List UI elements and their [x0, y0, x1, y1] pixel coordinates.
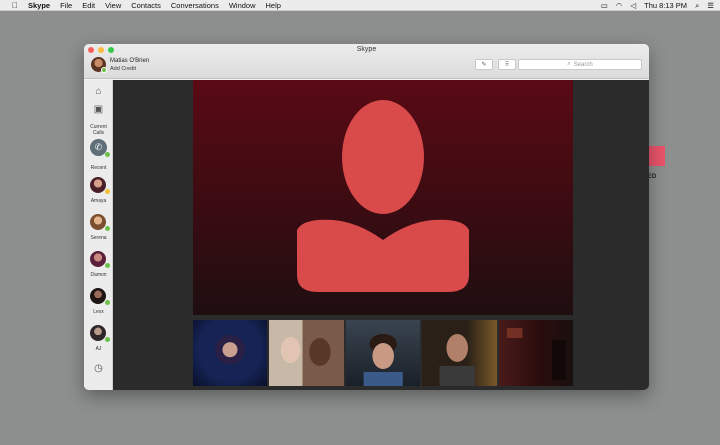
wifi-icon[interactable]: ◠ [616, 1, 623, 10]
add-credit-link[interactable]: Add Credit [110, 66, 136, 72]
search-field[interactable]: ⌕ Search [518, 59, 642, 70]
contact-status-lexx [105, 300, 110, 305]
contact-name-damon[interactable]: Damon [84, 272, 113, 278]
title-bar[interactable]: Skype Matias O'Brien Add Credit ✎ ⠿ ⌕ Se… [84, 44, 649, 79]
contact-avatar-amaya[interactable] [90, 177, 106, 193]
participant-3-face [363, 334, 403, 386]
contact-name-serena[interactable]: Serena [84, 235, 113, 241]
contact-status-damon [105, 263, 110, 268]
dial-pad-button[interactable]: ⠿ [498, 59, 516, 70]
main-video-feed[interactable] [193, 80, 573, 315]
contact-name-aj[interactable]: AJ [84, 346, 113, 352]
contact-avatar-serena[interactable] [90, 214, 106, 230]
participant-5-room [506, 328, 566, 380]
current-calls-label[interactable]: Current Calls [84, 124, 113, 136]
menu-contacts[interactable]: Contacts [131, 1, 161, 10]
compose-icon: ✎ [481, 62, 487, 68]
contact-status-amaya [105, 189, 110, 194]
menu-window[interactable]: Window [229, 1, 256, 10]
contact-status-serena [105, 226, 110, 231]
participant-video-5[interactable] [498, 320, 574, 386]
sidebar: ⌂ ▣ Current Calls ✆ Recent Amaya Serena … [84, 80, 113, 390]
participant-thumbnails [193, 320, 574, 386]
participant-video-1[interactable] [193, 320, 268, 386]
menu-extras: ▭ ◠ ◁ Thu 8:13 PM ⌕ ☰ [601, 0, 714, 11]
phone-icon: ✆ [94, 142, 103, 152]
participant-4-face [439, 334, 476, 386]
participant-video-4[interactable] [422, 320, 497, 386]
history-clock-icon[interactable]: ◷ [84, 363, 113, 374]
new-conversation-button[interactable]: ✎ [475, 59, 493, 70]
contact-avatar-lexx[interactable] [90, 288, 106, 304]
contact-avatar-damon[interactable] [90, 251, 106, 267]
menu-help[interactable]: Help [266, 1, 281, 10]
call-status-dot [105, 152, 110, 157]
participant-video-3[interactable] [345, 320, 421, 386]
spotlight-search-icon[interactable]: ⌕ [695, 1, 699, 11]
notification-center-icon[interactable]: ☰ [707, 1, 714, 10]
volume-icon[interactable]: ◁ [630, 1, 636, 10]
menu-file[interactable]: File [60, 1, 72, 10]
menu-view[interactable]: View [105, 1, 121, 10]
menu-conversations[interactable]: Conversations [171, 1, 219, 10]
participant-2-faces [281, 337, 332, 366]
menu-bar:  Skype File Edit View Contacts Conversa… [0, 0, 720, 11]
contact-avatar-aj[interactable] [90, 325, 106, 341]
default-avatar-placeholder-icon [297, 100, 469, 292]
participant-video-2[interactable] [269, 320, 344, 386]
contacts-book-icon[interactable]: ▣ [84, 104, 113, 115]
call-area [113, 80, 649, 390]
menu-app-skype[interactable]: Skype [28, 1, 50, 10]
contact-name-lexx[interactable]: Lexx [84, 309, 113, 315]
skype-window: Skype Matias O'Brien Add Credit ✎ ⠿ ⌕ Se… [84, 44, 649, 390]
airplay-icon[interactable]: ▭ [601, 1, 608, 10]
window-title: Skype [356, 46, 377, 53]
profile-status-indicator [101, 67, 107, 73]
profile-name[interactable]: Matias O'Brien [110, 58, 149, 64]
apple-icon[interactable]:  [8, 1, 22, 10]
background-window[interactable] [649, 146, 665, 166]
dialpad-icon: ⠿ [504, 62, 510, 68]
home-icon[interactable]: ⌂ [84, 86, 113, 97]
menu-clock[interactable]: Thu 8:13 PM [644, 1, 687, 10]
recent-label[interactable]: Recent [84, 165, 113, 171]
contact-status-aj [105, 337, 110, 342]
search-icon: ⌕ [567, 61, 571, 67]
menu-edit[interactable]: Edit [82, 1, 95, 10]
search-placeholder: Search [573, 61, 593, 68]
contact-name-amaya[interactable]: Amaya [84, 198, 113, 204]
